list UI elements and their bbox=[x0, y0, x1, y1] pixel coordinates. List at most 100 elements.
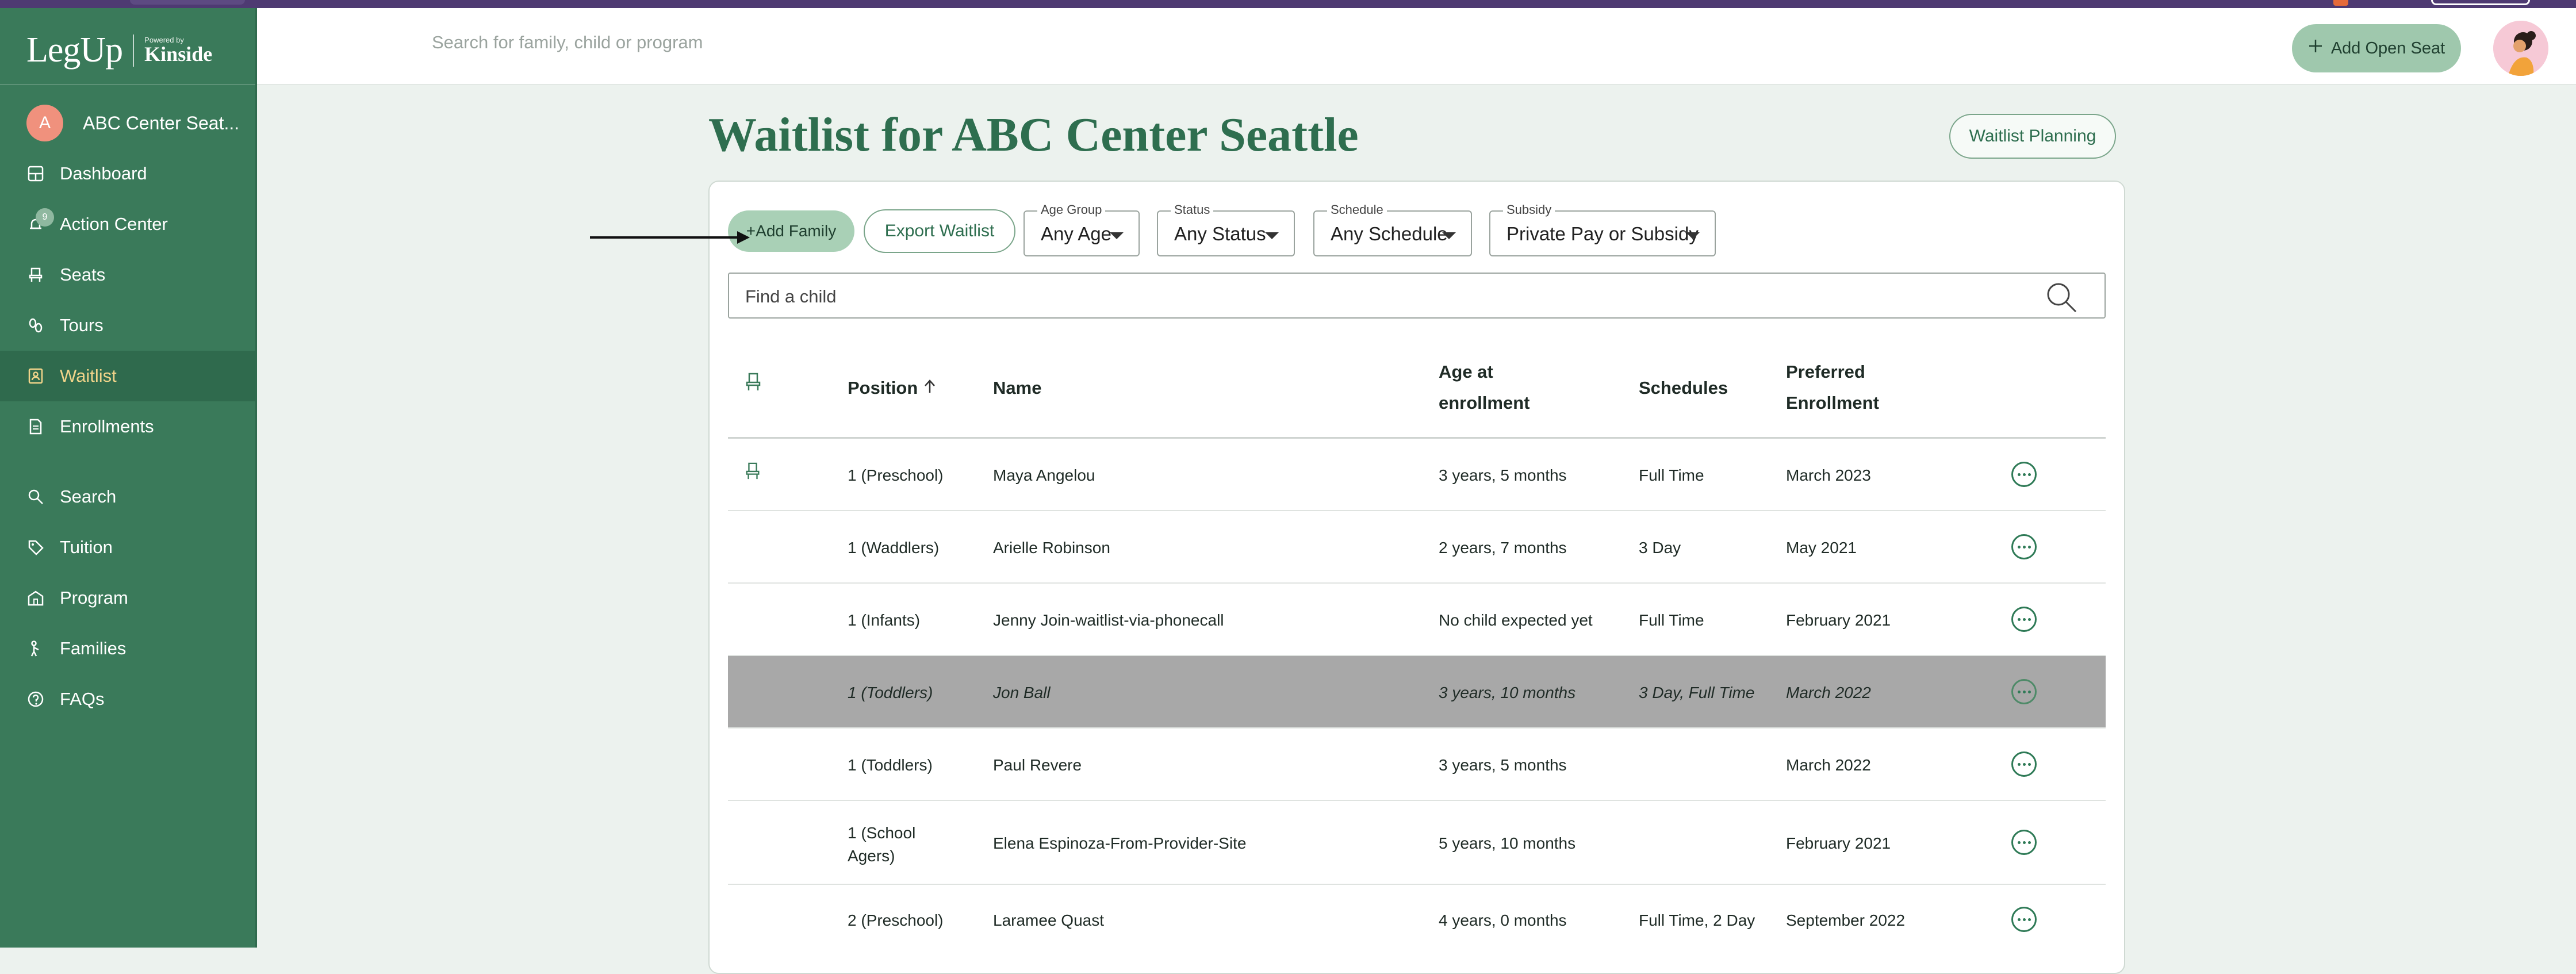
row-name[interactable]: Arielle Robinson bbox=[993, 539, 1110, 557]
sidebar-item-families[interactable]: Families bbox=[0, 623, 255, 674]
stripe-button-outline bbox=[2431, 0, 2530, 5]
sidebar-item-label: Tours bbox=[60, 315, 103, 335]
row-name[interactable]: Paul Revere bbox=[993, 756, 1082, 774]
sidebar-item-program[interactable]: Program bbox=[0, 573, 255, 623]
page-title: Waitlist for ABC Center Seattle bbox=[708, 108, 1359, 162]
sidebar-item-label: Enrollments bbox=[60, 416, 154, 436]
search-icon[interactable] bbox=[2045, 281, 2079, 316]
row-preferred: February 2021 bbox=[1786, 611, 1891, 629]
schedule-value: Any Schedule bbox=[1331, 223, 1448, 244]
sidebar-item-seats[interactable]: Seats bbox=[0, 250, 255, 300]
sidebar-item-tuition[interactable]: Tuition bbox=[0, 522, 255, 573]
global-search-input[interactable]: Search for family, child or program bbox=[432, 32, 703, 53]
row-name[interactable]: Elena Espinoza-From-Provider-Site bbox=[993, 834, 1246, 853]
sidebar-item-faqs[interactable]: FAQs bbox=[0, 674, 255, 724]
sidebar-item-waitlist[interactable]: Waitlist bbox=[0, 351, 255, 401]
sidebar-item-label: Waitlist bbox=[60, 366, 117, 386]
preferred-enrollment-header[interactable]: Preferred Enrollment bbox=[1786, 356, 1879, 419]
sidebar-item-enrollments[interactable]: Enrollments bbox=[0, 401, 255, 452]
more-options-icon[interactable] bbox=[2011, 751, 2037, 777]
row-age: 3 years, 10 months bbox=[1439, 684, 1576, 701]
status-label: Status bbox=[1171, 202, 1214, 217]
sidebar-item-dashboard[interactable]: Dashboard bbox=[0, 148, 255, 199]
table-row[interactable]: 1 (Toddlers) Paul Revere 3 years, 5 mont… bbox=[728, 728, 2106, 801]
export-waitlist-button[interactable]: Export Waitlist bbox=[864, 209, 1015, 253]
sidebar-item-label: Search bbox=[60, 486, 117, 507]
add-open-seat-button[interactable]: Add Open Seat bbox=[2292, 24, 2461, 72]
more-options-icon[interactable] bbox=[2011, 607, 2037, 632]
legup-logo: LegUp bbox=[26, 30, 123, 70]
more-options-icon[interactable] bbox=[2011, 830, 2037, 855]
plus-icon bbox=[2308, 39, 2323, 58]
row-preferred: March 2022 bbox=[1786, 684, 1871, 701]
row-preferred: September 2022 bbox=[1786, 911, 1906, 929]
sidebar-item-action-center[interactable]: 9 Action Center bbox=[0, 199, 255, 250]
more-options-icon[interactable] bbox=[2011, 679, 2037, 704]
age-group-label: Age Group bbox=[1037, 202, 1106, 217]
preferred-header-line1: Preferred bbox=[1786, 362, 1865, 382]
document-icon bbox=[26, 417, 45, 436]
sidebar-item-label: Families bbox=[60, 638, 126, 658]
chevron-down-icon bbox=[1110, 232, 1124, 239]
preferred-header-line2: Enrollment bbox=[1786, 393, 1879, 413]
more-options-icon[interactable] bbox=[2011, 462, 2037, 487]
sort-ascending-icon bbox=[923, 378, 937, 398]
table-row[interactable]: 1 (Waddlers) Arielle Robinson 2 years, 7… bbox=[728, 511, 2106, 584]
position-header-label: Position bbox=[848, 378, 918, 398]
row-age: 2 years, 7 months bbox=[1439, 539, 1567, 557]
kinside-text: Kinside bbox=[144, 43, 213, 66]
sidebar-item-label: Dashboard bbox=[60, 163, 147, 183]
tag-icon bbox=[26, 538, 45, 557]
age-header[interactable]: Age at enrollment bbox=[1439, 356, 1529, 419]
center-avatar: A bbox=[26, 105, 63, 141]
row-preferred: March 2023 bbox=[1786, 466, 1871, 484]
list-icon bbox=[26, 367, 45, 385]
more-options-icon[interactable] bbox=[2011, 534, 2037, 559]
table-row[interactable]: 1 (Preschool) Maya Angelou 3 years, 5 mo… bbox=[728, 439, 2106, 511]
subsidy-select[interactable]: Subsidy Private Pay or Subsidy bbox=[1489, 202, 1716, 256]
search-icon bbox=[26, 488, 45, 506]
table-row-highlighted[interactable]: 1 (Toddlers) Jon Ball 3 years, 10 months… bbox=[728, 656, 2106, 728]
row-preferred: March 2022 bbox=[1786, 756, 1871, 774]
status-select[interactable]: Status Any Status bbox=[1157, 202, 1295, 256]
row-preferred: May 2021 bbox=[1786, 539, 1857, 557]
waitlist-planning-button[interactable]: Waitlist Planning bbox=[1949, 114, 2116, 159]
row-age: 3 years, 5 months bbox=[1439, 466, 1567, 484]
brand-logo[interactable]: LegUp Powered by Kinside bbox=[26, 30, 212, 71]
row-position: 1 (Preschool) bbox=[848, 466, 944, 484]
table-row[interactable]: 2 (Preschool) Laramee Quast 4 years, 0 m… bbox=[728, 885, 2106, 957]
age-header-line1: Age at bbox=[1439, 362, 1493, 382]
row-preferred: February 2021 bbox=[1786, 834, 1891, 852]
find-child-placeholder: Find a child bbox=[745, 286, 837, 306]
table-row[interactable]: 1 (Infants) Jenny Join-waitlist-via-phon… bbox=[728, 584, 2106, 656]
schedule-select[interactable]: Schedule Any Schedule bbox=[1313, 202, 1472, 256]
row-schedules: 3 Day, Full Time bbox=[1639, 684, 1755, 701]
age-group-select[interactable]: Age Group Any Age bbox=[1023, 202, 1140, 256]
user-avatar[interactable] bbox=[2493, 21, 2548, 76]
row-name[interactable]: Laramee Quast bbox=[993, 911, 1104, 930]
sidebar-item-label: Action Center bbox=[60, 214, 168, 234]
schedules-header[interactable]: Schedules bbox=[1639, 373, 1728, 404]
sidebar-item-label: Program bbox=[60, 588, 128, 608]
row-position: 1 (Infants) bbox=[848, 611, 921, 629]
stripe-tab bbox=[130, 0, 245, 5]
row-age: 5 years, 10 months bbox=[1439, 834, 1576, 852]
schedule-label: Schedule bbox=[1327, 202, 1387, 217]
sidebar-item-label: Tuition bbox=[60, 537, 113, 557]
row-name[interactable]: Jon Ball bbox=[993, 684, 1051, 702]
top-status-stripe bbox=[0, 0, 2576, 8]
name-header[interactable]: Name bbox=[993, 373, 1041, 404]
sidebar-item-search[interactable]: Search bbox=[0, 471, 255, 522]
footsteps-icon bbox=[26, 316, 45, 335]
row-name[interactable]: Jenny Join-waitlist-via-phonecall bbox=[993, 611, 1224, 630]
row-name[interactable]: Maya Angelou bbox=[993, 466, 1095, 485]
grid-icon bbox=[26, 164, 45, 183]
find-child-input[interactable]: Find a child bbox=[728, 273, 2106, 319]
more-options-icon[interactable] bbox=[2011, 907, 2037, 932]
position-header[interactable]: Position bbox=[848, 373, 937, 404]
sidebar-item-tours[interactable]: Tours bbox=[0, 300, 255, 351]
question-icon bbox=[26, 690, 45, 708]
center-selector[interactable]: A ABC Center Seat... bbox=[26, 105, 239, 141]
table-row[interactable]: 1 (School Agers) Elena Espinoza-From-Pro… bbox=[728, 801, 2106, 885]
row-position: 1 (Toddlers) bbox=[848, 756, 933, 774]
